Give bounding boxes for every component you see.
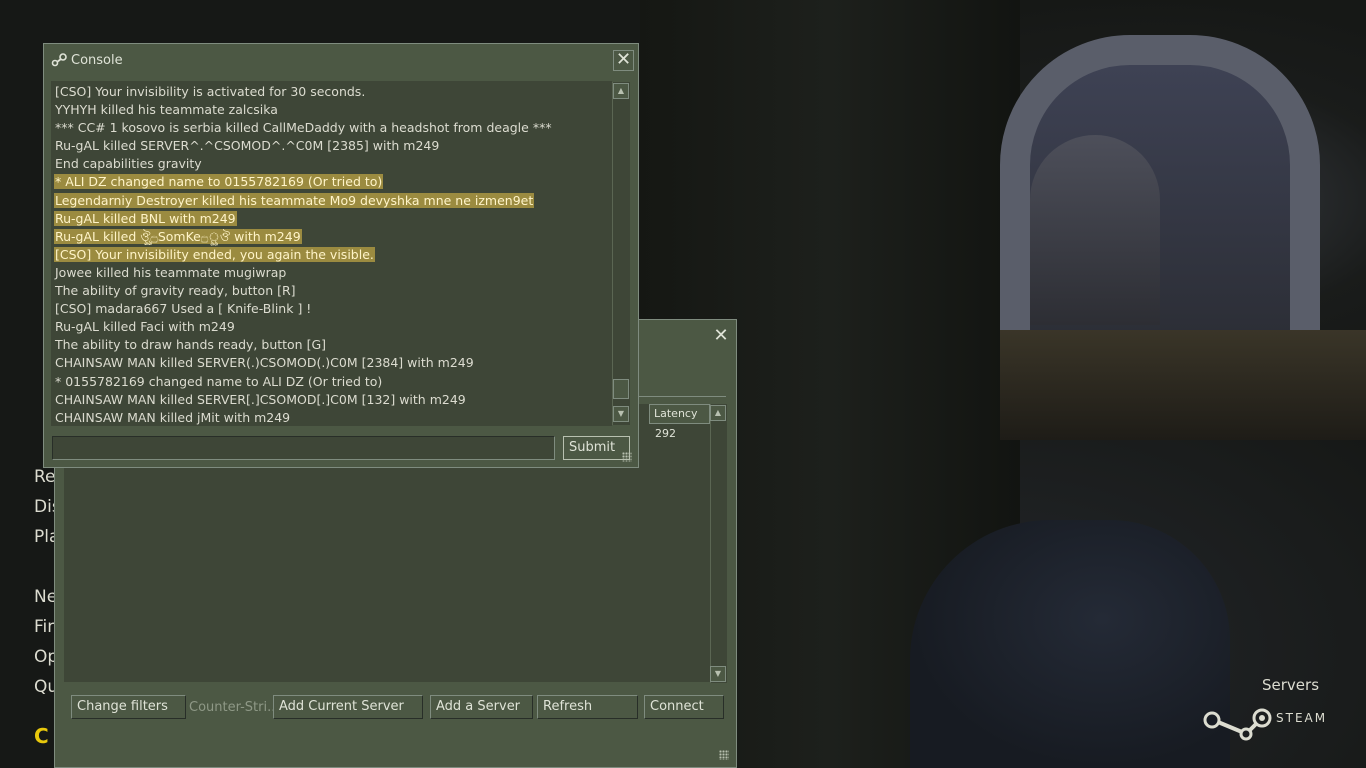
console-log-line: CHAINSAW MAN killed SERVER(.)CSOMOD(.)C0… <box>51 354 612 372</box>
console-log-line-text: CHAINSAW MAN killed jMit with m249 <box>55 409 291 425</box>
console-log-line-text: The ability to draw hands ready, button … <box>55 337 327 353</box>
console-log-line: [CSO] madara667 Used a [ Knife-Blink ] ! <box>51 300 612 318</box>
console-log-line-text: CHAINSAW MAN killed SERVER[.]CSOMOD[.]C0… <box>55 391 466 407</box>
console-log-line: Jowee killed his teammate mugiwrap <box>51 264 612 282</box>
console-log-line-text: Ru-gAL killed Faci with m249 <box>55 319 235 335</box>
scroll-up-arrow-icon[interactable]: ▲ <box>613 83 629 99</box>
player-hand <box>910 520 1230 768</box>
console-log-line-text: The ability of gravity ready, button [R] <box>55 283 296 299</box>
server-browser-resize-grip-icon[interactable] <box>719 750 729 760</box>
console-log-line-text: * 0155782169 changed name to ALI DZ (Or … <box>55 373 383 389</box>
background-floor <box>1000 330 1366 440</box>
steam-logo-icon <box>1203 708 1272 741</box>
console-log-line-text: Legendarniy Destroyer killed his teammat… <box>54 192 535 208</box>
console-log-line: End capabilities gravity <box>51 155 612 173</box>
close-icon: ✕ <box>615 49 632 70</box>
console-log-line: [CSO] Your invisibility is activated for… <box>51 83 612 101</box>
add-current-server-button[interactable]: Add Current Server <box>273 695 423 719</box>
console-resize-grip-icon[interactable] <box>622 452 632 462</box>
console-log-line: Ru-gAL killed Faci with m249 <box>51 318 612 336</box>
scroll-down-arrow-icon[interactable]: ▼ <box>710 666 726 682</box>
console-log-line-text: End capabilities gravity <box>55 156 202 172</box>
console-log-line-text: Ru-gAL killed SERVER^.^CSOMOD^.^C0M [238… <box>55 138 440 154</box>
console-log-line: * 0155782169 changed name to ALI DZ (Or … <box>51 373 612 391</box>
console-log-line-text: Jowee killed his teammate mugiwrap <box>55 264 287 280</box>
console-log-line: CHAINSAW MAN killed SERVER[.]CSOMOD[.]C0… <box>51 391 612 409</box>
console-log-line-text: Ru-gAL killed BNL with m249 <box>54 210 237 226</box>
console-log-line-text: [CSO] madara667 Used a [ Knife-Blink ] ! <box>55 301 312 317</box>
console-log[interactable]: [CSO] Your invisibility is activated for… <box>51 81 612 426</box>
steam-icon <box>51 53 67 67</box>
console-command-input[interactable] <box>52 436 555 460</box>
console-log-line: The ability to draw hands ready, button … <box>51 336 612 354</box>
servers-label: Servers <box>1262 676 1320 694</box>
steam-label: STEAM <box>1276 711 1328 725</box>
submit-button[interactable]: Submit <box>563 436 630 460</box>
game-logo: C <box>34 724 49 748</box>
console-scrollbar-thumb[interactable] <box>613 379 629 399</box>
console-log-line: YYHYH killed his teammate zalcsika <box>51 101 612 119</box>
column-header-latency[interactable]: Latency <box>649 404 710 424</box>
console-log-line-text: YYHYH killed his teammate zalcsika <box>55 102 278 118</box>
console-log-line: [CSO] Your invisibility ended, you again… <box>51 246 612 264</box>
console-log-line: Ru-gAL killed ঔৣ۝SomKe۝ৣঔ with m249 <box>51 228 612 246</box>
console-log-line: * ALI DZ changed name to 0155782169 (Or … <box>51 173 612 191</box>
server-row-latency[interactable]: 292 <box>655 427 676 440</box>
console-scrollbar[interactable] <box>612 82 630 425</box>
console-log-line-text: [CSO] Your invisibility ended, you again… <box>54 246 375 262</box>
background-door <box>1030 135 1160 325</box>
console-log-line: *** CC# 1 kosovo is serbia killed CallMe… <box>51 119 612 137</box>
console-log-line: CHAINSAW MAN killed jMit with m249 <box>51 409 612 426</box>
console-log-line-text: * ALI DZ changed name to 0155782169 (Or … <box>54 174 384 190</box>
console-log-line-text: [CSO] Your invisibility is activated for… <box>55 84 366 99</box>
console-log-line: Ru-gAL killed SERVER^.^CSOMOD^.^C0M [238… <box>51 137 612 155</box>
console-title: Console <box>71 53 123 68</box>
server-browser-close-button[interactable]: ✕ <box>711 326 731 346</box>
console-log-line: Ru-gAL killed BNL with m249 <box>51 210 612 228</box>
console-log-line-text: Ru-gAL killed ঔৣ۝SomKe۝ৣঔ with m249 <box>54 228 302 244</box>
add-a-server-button[interactable]: Add a Server <box>430 695 533 719</box>
console-log-line: The ability of gravity ready, button [R] <box>51 282 612 300</box>
change-filters-button[interactable]: Change filters <box>71 695 186 719</box>
close-icon: ✕ <box>713 325 729 346</box>
console-log-line-text: CHAINSAW MAN killed SERVER(.)CSOMOD(.)C0… <box>55 355 474 371</box>
console-log-line-text: *** CC# 1 kosovo is serbia killed CallMe… <box>55 120 552 136</box>
console-log-line: Legendarniy Destroyer killed his teammat… <box>51 192 612 210</box>
console-close-button[interactable]: ✕ <box>613 50 634 71</box>
filter-summary: Counter-Stri... <box>189 700 273 715</box>
scroll-up-arrow-icon[interactable]: ▲ <box>710 405 726 421</box>
refresh-button[interactable]: Refresh <box>537 695 638 719</box>
connect-button[interactable]: Connect <box>644 695 724 719</box>
main-menu-item-resume[interactable]: Re <box>34 467 56 487</box>
scroll-down-arrow-icon[interactable]: ▼ <box>613 406 629 422</box>
server-list-scrollbar[interactable] <box>710 404 727 683</box>
